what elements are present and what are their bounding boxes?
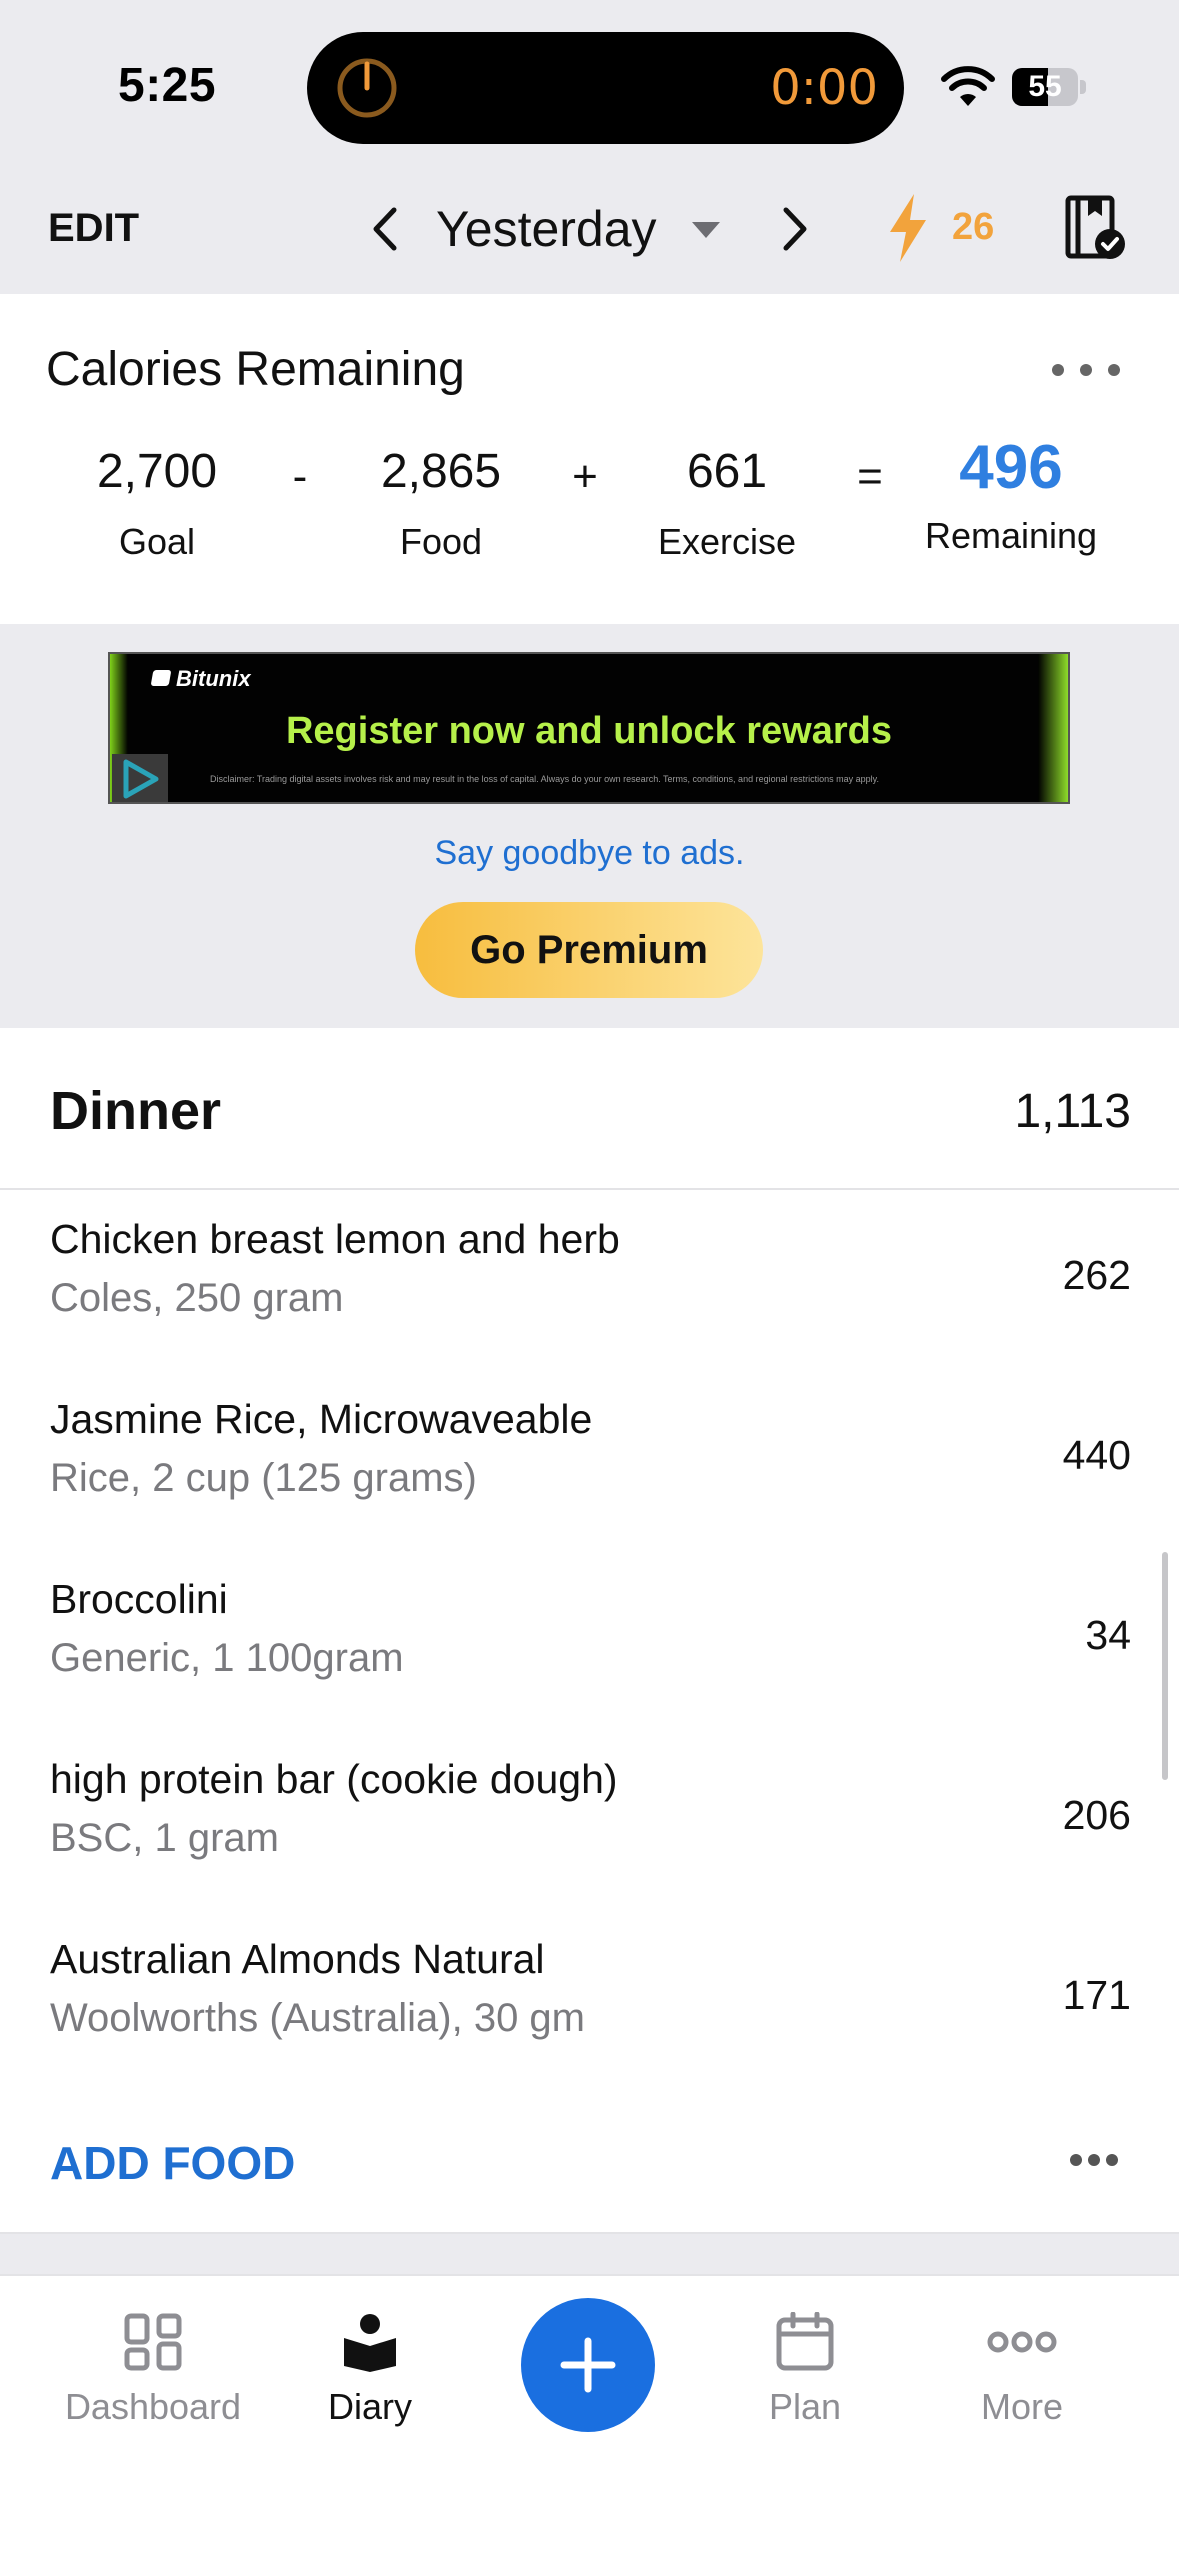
dynamic-island[interactable]: 0:00 xyxy=(307,32,904,144)
status-bar: 5:25 0:00 55 xyxy=(0,0,1179,180)
food-detail: Rice, 2 cup (125 grams) xyxy=(50,1456,477,1500)
ad-section: Bitunix Register now and unlock rewards … xyxy=(0,624,1179,1028)
streak-bolt-icon[interactable] xyxy=(884,192,932,264)
previous-day-chevron-icon[interactable] xyxy=(366,202,406,256)
scrollbar[interactable] xyxy=(1162,1552,1168,1780)
meal-total-calories: 1,113 xyxy=(1014,1085,1131,1138)
diary-header: EDIT Yesterday 26 xyxy=(0,180,1179,294)
food-item[interactable]: Jasmine Rice, Microwaveable Rice, 2 cup … xyxy=(0,1370,1179,1550)
exercise-label: Exercise xyxy=(657,521,797,562)
meal-header[interactable]: Dinner 1,113 xyxy=(0,1028,1179,1190)
timer-icon xyxy=(337,58,397,118)
plus-icon xyxy=(560,2337,616,2393)
battery-percent: 55 xyxy=(1028,70,1062,103)
meal-more-icon[interactable] xyxy=(1068,2152,1120,2168)
diary-icon xyxy=(344,2314,396,2372)
food-value: 2,865 xyxy=(380,445,502,498)
food-name: Chicken breast lemon and herb xyxy=(50,1216,620,1262)
food-label: Food xyxy=(399,521,483,562)
equals-operator: = xyxy=(857,452,883,501)
goal-label: Goal xyxy=(118,521,196,562)
food-item[interactable]: Chicken breast lemon and herb Coles, 250… xyxy=(0,1190,1179,1370)
remaining-column: 496 Remaining xyxy=(901,433,1121,557)
remaining-label: Remaining xyxy=(924,515,1098,556)
calories-title: Calories Remaining xyxy=(46,343,465,396)
island-timer-text: 0:00 xyxy=(770,60,878,116)
food-calories: 206 xyxy=(1062,1792,1131,1838)
status-time: 5:25 xyxy=(118,59,217,112)
exercise-value: 661 xyxy=(686,445,768,498)
grid-icon xyxy=(124,2313,182,2371)
wifi-icon xyxy=(941,66,995,106)
tab-diary-label: Diary xyxy=(327,2386,412,2427)
streak-count[interactable]: 26 xyxy=(952,206,994,249)
go-premium-button[interactable]: Go Premium xyxy=(415,902,763,998)
section-divider xyxy=(0,2234,1179,2274)
next-day-chevron-icon[interactable] xyxy=(774,202,814,256)
tab-diary[interactable]: Diary xyxy=(260,2312,480,2428)
more-options-icon[interactable] xyxy=(1046,360,1126,380)
tab-bar: Dashboard Diary Plan More xyxy=(0,2274,1179,2556)
ad-headline: Register now and unlock rewards xyxy=(285,710,893,752)
food-calories: 440 xyxy=(1062,1432,1131,1478)
tab-dashboard-label: Dashboard xyxy=(64,2386,242,2427)
goal-value: 2,700 xyxy=(96,445,218,498)
add-food-button[interactable]: ADD FOOD xyxy=(50,2136,295,2190)
food-detail: BSC, 1 gram xyxy=(50,1816,279,1860)
more-icon xyxy=(987,2331,1057,2353)
tab-plan[interactable]: Plan xyxy=(695,2312,915,2428)
meal-title: Dinner xyxy=(50,1081,222,1141)
date-selector[interactable]: Yesterday xyxy=(436,200,657,258)
tab-more[interactable]: More xyxy=(912,2312,1132,2428)
ad-banner[interactable]: Bitunix Register now and unlock rewards … xyxy=(108,652,1070,804)
food-name: Australian Almonds Natural xyxy=(50,1936,545,1982)
log-complete-icon[interactable] xyxy=(1064,194,1128,262)
food-item[interactable]: high protein bar (cookie dough) BSC, 1 g… xyxy=(0,1730,1179,1910)
plus-operator: + xyxy=(572,452,598,501)
battery-icon: 55 xyxy=(1012,68,1086,106)
food-calories: 34 xyxy=(1085,1612,1131,1658)
food-item[interactable]: Broccolini Generic, 1 100gram 34 xyxy=(0,1550,1179,1730)
edit-button[interactable]: EDIT xyxy=(48,206,139,251)
food-item[interactable]: Australian Almonds Natural Woolworths (A… xyxy=(0,1910,1179,2090)
add-entry-button[interactable] xyxy=(521,2298,655,2432)
ad-brand: Bitunix xyxy=(150,666,251,692)
remove-ads-link[interactable]: Say goodbye to ads. xyxy=(0,834,1179,873)
food-name: Jasmine Rice, Microwaveable xyxy=(50,1396,593,1442)
ad-disclaimer: Disclaimer: Trading digital assets invol… xyxy=(210,774,879,784)
food-detail: Woolworths (Australia), 30 gm xyxy=(50,1996,585,2040)
exercise-column: 661 Exercise xyxy=(617,444,837,563)
calories-remaining-card[interactable]: Calories Remaining 2,700 Goal - 2,865 Fo… xyxy=(0,294,1179,624)
food-calories: 171 xyxy=(1062,1972,1131,2018)
food-detail: Generic, 1 100gram xyxy=(50,1636,404,1680)
ad-choices-icon[interactable] xyxy=(112,754,168,804)
food-detail: Coles, 250 gram xyxy=(50,1276,344,1320)
goal-column: 2,700 Goal xyxy=(47,444,267,563)
tab-dashboard[interactable]: Dashboard xyxy=(43,2312,263,2428)
food-name: Broccolini xyxy=(50,1576,228,1622)
tab-more-label: More xyxy=(980,2386,1064,2427)
minus-operator: - xyxy=(292,452,308,501)
food-column: 2,865 Food xyxy=(331,444,551,563)
caret-down-icon[interactable] xyxy=(690,220,722,240)
food-calories: 262 xyxy=(1062,1252,1131,1298)
add-food-row: ADD FOOD xyxy=(0,2090,1179,2234)
calendar-icon xyxy=(776,2312,834,2371)
food-name: high protein bar (cookie dough) xyxy=(50,1756,618,1802)
remaining-value: 496 xyxy=(959,433,1063,502)
tab-plan-label: Plan xyxy=(768,2386,842,2427)
